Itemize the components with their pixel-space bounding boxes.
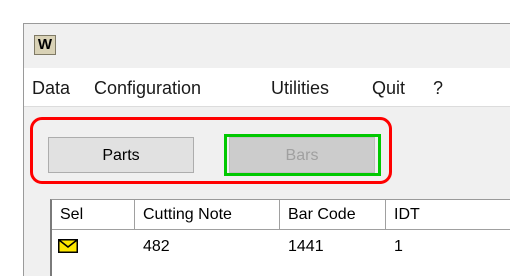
title-bar: W (24, 24, 510, 66)
bars-button[interactable]: Bars (229, 137, 375, 173)
column-header-sel[interactable]: Sel (52, 200, 135, 230)
menu-quit[interactable]: Quit (372, 78, 405, 99)
column-header-cutting-note[interactable]: Cutting Note (135, 200, 280, 230)
column-header-idt[interactable]: IDT (386, 200, 510, 230)
grid-header: Sel Cutting Note Bar Code IDT (52, 200, 510, 230)
envelope-icon[interactable] (58, 239, 78, 253)
cell-bar-code: 1441 (288, 238, 324, 255)
column-header-bar-code[interactable]: Bar Code (280, 200, 386, 230)
cell-idt: 1 (394, 238, 403, 255)
app-window: W Data Configuration Utilities Quit ? Pa… (23, 23, 510, 276)
parts-button[interactable]: Parts (48, 137, 194, 173)
menu-utilities[interactable]: Utilities (271, 78, 329, 99)
menu-help[interactable]: ? (433, 78, 443, 99)
app-icon[interactable]: W (34, 35, 56, 55)
parts-grid[interactable]: Sel Cutting Note Bar Code IDT 482 1441 1 (50, 199, 510, 276)
menu-data[interactable]: Data (32, 78, 70, 99)
menu-configuration[interactable]: Configuration (94, 78, 201, 99)
menu-bar: Data Configuration Utilities Quit ? (24, 68, 510, 107)
cell-cutting-note: 482 (143, 238, 170, 255)
